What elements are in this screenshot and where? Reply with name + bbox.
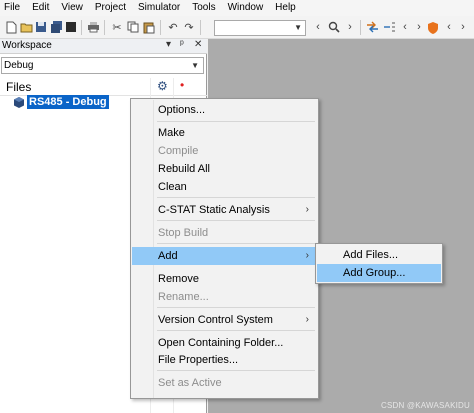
pin-icon[interactable]: ᵖ — [180, 39, 184, 50]
find-next-icon[interactable]: › — [343, 20, 357, 34]
menu-simulator[interactable]: Simulator — [132, 0, 186, 16]
chevron-down-icon[interactable]: ▼ — [294, 23, 302, 32]
navigate-back-icon[interactable]: ‹ — [398, 20, 412, 34]
configuration-select[interactable]: Debug ▼ — [1, 57, 204, 74]
menu-item-label: Stop Build — [158, 227, 209, 239]
menu-item-label: Add Group... — [343, 267, 406, 279]
project-tree-item[interactable]: RS485 - Debug — [14, 95, 109, 109]
toolbar: ✂ ↶ ↷ ▼ ‹ › ‹ › ‹ › — [0, 16, 474, 39]
menu-view[interactable]: View — [55, 0, 89, 16]
menu-tools[interactable]: Tools — [186, 0, 221, 16]
menu-file[interactable]: File — [0, 0, 26, 16]
menu-item-label: Rename... — [158, 291, 209, 303]
gear-icon[interactable]: ⚙ — [157, 79, 168, 93]
new-file-icon[interactable] — [4, 20, 18, 34]
menu-item-label: Rebuild All — [158, 163, 210, 175]
copy-icon[interactable] — [126, 20, 140, 34]
menu-item-options[interactable]: Options... — [132, 101, 317, 119]
breakpoint-icon[interactable]: ‹ — [442, 20, 456, 34]
menu-item-file-properties[interactable]: File Properties... — [132, 351, 317, 369]
menu-item-set-as-active[interactable]: Set as Active — [132, 374, 317, 392]
menu-separator — [157, 220, 315, 221]
files-header-label: Files — [6, 80, 32, 94]
menu-item-add-files[interactable]: Add Files... — [317, 246, 441, 264]
menu-item-open-containing-folder[interactable]: Open Containing Folder... — [132, 334, 317, 352]
dropdown-arrow-icon[interactable]: ▾ — [166, 39, 171, 50]
menu-separator — [157, 370, 315, 371]
add-submenu: Add Files... Add Group... — [315, 243, 443, 284]
menu-separator — [157, 121, 315, 122]
menu-item-label: Options... — [158, 104, 206, 116]
save-all-icon[interactable] — [49, 20, 63, 34]
menu-item-version-control[interactable]: Version Control System › — [132, 311, 317, 329]
menu-item-label: Add Files... — [343, 249, 399, 261]
menu-item-clean[interactable]: Clean — [132, 178, 317, 196]
undo-icon[interactable]: ↶ — [166, 20, 180, 34]
chevron-right-icon: › — [305, 204, 309, 215]
menu-item-label: File Properties... — [158, 354, 239, 366]
build-status-dot-icon: • — [180, 78, 185, 92]
save-icon[interactable] — [34, 20, 48, 34]
watermark: CSDN @KAWASAKIDU — [381, 401, 470, 410]
find-icon[interactable] — [327, 20, 341, 34]
project-label[interactable]: RS485 - Debug — [27, 95, 109, 109]
toolbar-separator — [360, 20, 361, 35]
go-to-line-icon[interactable] — [382, 20, 396, 34]
menu-separator — [157, 197, 315, 198]
configuration-value: Debug — [4, 60, 34, 71]
chevron-right-icon: › — [305, 250, 309, 261]
menu-item-remove[interactable]: Remove — [132, 270, 317, 288]
menu-item-c-stat[interactable]: C-STAT Static Analysis › — [132, 201, 317, 219]
navigate-icon[interactable] — [365, 20, 379, 34]
menu-item-add-group[interactable]: Add Group... — [317, 264, 441, 282]
menu-item-rename[interactable]: Rename... — [132, 288, 317, 306]
menu-bar: File Edit View Project Simulator Tools W… — [0, 0, 474, 16]
paste-icon[interactable] — [142, 20, 156, 34]
menu-help[interactable]: Help — [269, 0, 302, 16]
context-menu: Options... Make Compile Rebuild All Clea… — [130, 98, 319, 399]
print-icon[interactable] — [86, 20, 100, 34]
menu-item-label: Open Containing Folder... — [158, 337, 284, 349]
menu-edit[interactable]: Edit — [26, 0, 55, 16]
menu-item-label: Clean — [158, 181, 187, 193]
menu-item-make[interactable]: Make — [132, 124, 317, 142]
menu-item-label: C-STAT Static Analysis — [158, 204, 270, 216]
find-previous-icon[interactable]: ‹ — [311, 20, 325, 34]
shield-icon[interactable] — [426, 20, 440, 34]
menu-project[interactable]: Project — [89, 0, 132, 16]
toolbar-separator — [200, 20, 201, 35]
next-breakpoint-icon[interactable]: › — [456, 20, 470, 34]
redo-icon[interactable]: ↷ — [182, 20, 196, 34]
menu-item-stop-build[interactable]: Stop Build — [132, 224, 317, 242]
toolbar-separator — [104, 20, 105, 35]
close-file-icon[interactable] — [64, 20, 78, 34]
menu-item-rebuild-all[interactable]: Rebuild All — [132, 160, 317, 178]
workspace-title-bar: Workspace ▾ ᵖ ✕ — [0, 39, 207, 54]
menu-separator — [157, 307, 315, 308]
find-combo[interactable]: ▼ — [214, 20, 306, 36]
navigate-forward-icon[interactable]: › — [412, 20, 426, 34]
files-column-header: Files ⚙ • — [0, 78, 207, 96]
cut-icon[interactable]: ✂ — [110, 20, 124, 34]
menu-item-add[interactable]: Add › — [132, 247, 317, 265]
menu-item-compile[interactable]: Compile — [132, 142, 317, 160]
menu-item-label: Remove — [158, 273, 199, 285]
menu-item-label: Compile — [158, 145, 199, 157]
chevron-down-icon[interactable]: ▼ — [191, 61, 199, 70]
menu-item-label: Make — [158, 127, 185, 139]
menu-separator — [157, 243, 315, 244]
close-icon[interactable]: ✕ — [194, 39, 202, 50]
menu-separator — [157, 330, 315, 331]
open-folder-icon[interactable] — [19, 20, 33, 34]
toolbar-separator — [81, 20, 82, 35]
menu-item-label: Add — [158, 250, 178, 262]
toolbar-separator — [160, 20, 161, 35]
workspace-title: Workspace — [2, 40, 52, 51]
menu-window[interactable]: Window — [222, 0, 270, 16]
project-icon — [14, 96, 24, 108]
menu-item-label: Version Control System — [158, 314, 273, 326]
menu-item-label: Set as Active — [158, 377, 222, 389]
chevron-right-icon: › — [305, 314, 309, 325]
